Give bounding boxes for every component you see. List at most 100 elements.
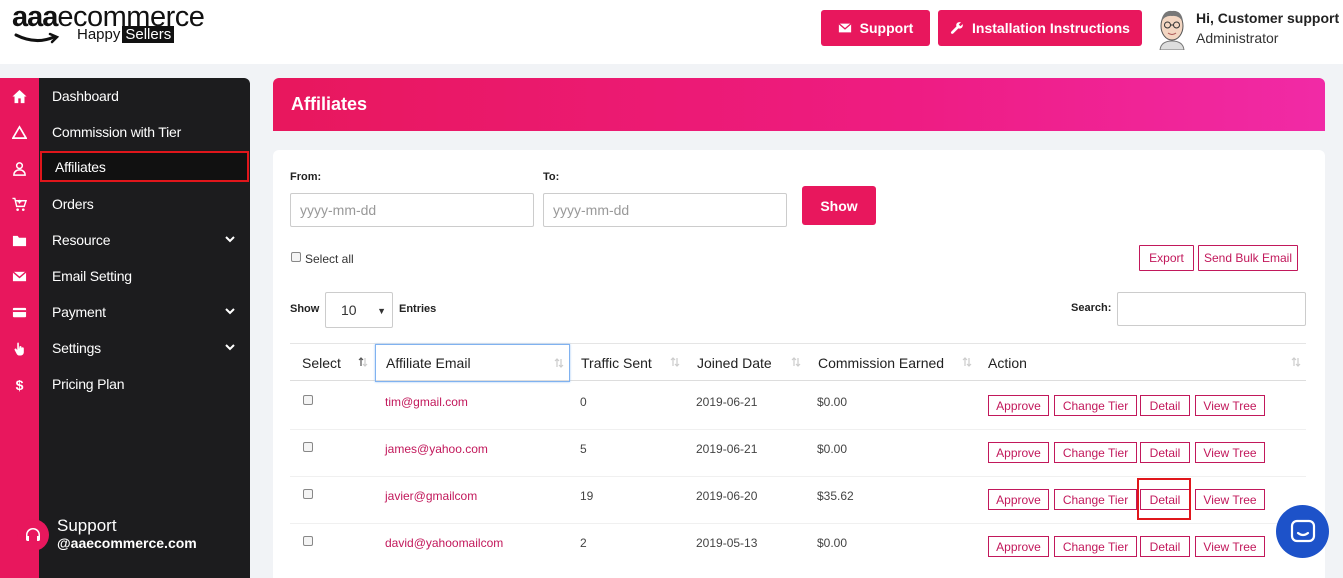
home-icon[interactable] (10, 87, 28, 105)
sort-icon (962, 357, 972, 367)
affiliate-email[interactable]: tim@gmail.com (385, 395, 468, 409)
column-header-joined-date[interactable]: Joined Date (689, 344, 806, 382)
row-checkbox[interactable] (303, 442, 313, 452)
column-header-affiliate-email[interactable]: Affiliate Email (375, 344, 570, 382)
export-button[interactable]: Export (1139, 245, 1194, 271)
detail-button[interactable]: Detail (1140, 442, 1190, 463)
svg-text:$: $ (15, 377, 23, 392)
affiliate-email[interactable]: james@yahoo.com (385, 442, 488, 456)
support-title: Support (57, 516, 117, 535)
from-date-input[interactable] (290, 193, 534, 227)
dollar-icon[interactable]: $ (10, 375, 28, 393)
joined-date: 2019-06-21 (696, 395, 758, 409)
smile-arrow-icon (14, 32, 60, 44)
approve-button[interactable]: Approve (988, 395, 1049, 416)
row-checkbox[interactable] (303, 395, 313, 405)
table-header: Select Affiliate Email Traffic Sent Join… (290, 343, 1306, 382)
chat-icon (1290, 519, 1315, 542)
approve-button[interactable]: Approve (988, 442, 1049, 463)
view-tree-button[interactable]: View Tree (1195, 489, 1265, 510)
headset-icon (17, 519, 49, 551)
approve-button[interactable]: Approve (988, 536, 1049, 557)
sidebar-item-pricing-plan[interactable]: Pricing Plan (39, 368, 250, 400)
chevron-down-icon (225, 344, 235, 351)
detail-button[interactable]: Detail (1140, 395, 1190, 416)
credit-card-icon[interactable] (10, 303, 28, 321)
sidebar-item-resource[interactable]: Resource (39, 224, 250, 256)
user-role: Administrator (1196, 30, 1279, 46)
avatar (1159, 10, 1185, 50)
user-icon[interactable] (10, 159, 28, 177)
column-header-select[interactable]: Select (290, 344, 373, 382)
logo-tagline: Happy Sellers (77, 26, 175, 43)
row-divider (290, 523, 1306, 524)
to-date-input[interactable] (543, 193, 787, 227)
sidebar-item-email-setting[interactable]: Email Setting (39, 260, 250, 292)
triangle-icon[interactable] (10, 123, 28, 141)
show-entries-label: Show (290, 303, 320, 315)
traffic-sent: 2 (580, 536, 587, 550)
sort-asc-icon (358, 357, 368, 367)
search-input[interactable] (1117, 292, 1306, 326)
entries-label: Entries (399, 303, 437, 315)
sidebar-item-settings[interactable]: Settings (39, 332, 250, 364)
page-title: Affiliates (291, 94, 368, 114)
commission-earned: $0.00 (817, 395, 848, 409)
sidebar-support-contact[interactable]: Support @aaecommerce.com (0, 514, 250, 564)
affiliate-email[interactable]: javier@gmailcom (385, 489, 477, 503)
to-label: To: (543, 171, 560, 183)
entries-select[interactable]: 10 ▼ (325, 292, 393, 328)
column-header-action[interactable]: Action (981, 344, 1306, 382)
sort-icon (554, 358, 564, 368)
brand-logo[interactable]: aaaecommerce Happy Sellers (12, 2, 222, 48)
sidebar: Dashboard Commission with Tier Affiliate… (39, 78, 250, 578)
commission-earned: $35.62 (817, 489, 854, 503)
search-label: Search: (1071, 302, 1112, 314)
select-all-checkbox[interactable] (291, 252, 301, 262)
approve-button[interactable]: Approve (988, 489, 1049, 510)
change-tier-button[interactable]: Change Tier (1054, 395, 1137, 416)
column-header-traffic-sent[interactable]: Traffic Sent (573, 344, 685, 382)
chevron-down-icon (225, 308, 235, 315)
sort-icon (670, 357, 680, 367)
select-all-label: Select all (305, 252, 354, 266)
wrench-icon (950, 22, 963, 34)
folder-icon[interactable] (10, 231, 28, 249)
user-greeting: Hi, Customer support (1196, 10, 1340, 26)
column-header-commission-earned[interactable]: Commission Earned (810, 344, 977, 382)
change-tier-button[interactable]: Change Tier (1054, 536, 1137, 557)
sort-icon (1291, 357, 1301, 367)
sidebar-item-orders[interactable]: Orders (39, 188, 250, 220)
chat-widget-button[interactable] (1276, 505, 1329, 558)
commission-earned: $0.00 (817, 536, 848, 550)
sidebar-item-dashboard[interactable]: Dashboard (39, 80, 250, 112)
page-header-banner: Affiliates (273, 78, 1325, 131)
envelope-icon[interactable] (10, 267, 28, 285)
chevron-down-icon (225, 236, 235, 243)
joined-date: 2019-06-21 (696, 442, 758, 456)
change-tier-button[interactable]: Change Tier (1054, 442, 1137, 463)
row-checkbox[interactable] (303, 536, 313, 546)
sidebar-item-payment[interactable]: Payment (39, 296, 250, 328)
traffic-sent: 5 (580, 442, 587, 456)
support-button[interactable]: Support (821, 10, 930, 46)
sidebar-item-commission-with-tier[interactable]: Commission with Tier (39, 116, 250, 148)
change-tier-button[interactable]: Change Tier (1054, 489, 1137, 510)
row-divider (290, 429, 1306, 430)
hand-pointer-icon[interactable] (10, 339, 28, 357)
detail-button[interactable]: Detail (1140, 536, 1190, 557)
from-label: From: (290, 171, 322, 183)
send-bulk-email-button[interactable]: Send Bulk Email (1198, 245, 1298, 271)
cart-icon[interactable] (10, 195, 28, 213)
view-tree-button[interactable]: View Tree (1195, 395, 1265, 416)
view-tree-button[interactable]: View Tree (1195, 536, 1265, 557)
row-checkbox[interactable] (303, 489, 313, 499)
sidebar-icon-strip: $ (0, 78, 39, 578)
affiliate-email[interactable]: david@yahoomailcom (385, 536, 503, 550)
show-button[interactable]: Show (802, 186, 876, 225)
highlight-annotation (1137, 478, 1191, 520)
sort-icon (791, 357, 801, 367)
sidebar-item-affiliates[interactable]: Affiliates (40, 151, 249, 182)
view-tree-button[interactable]: View Tree (1195, 442, 1265, 463)
installation-instructions-button[interactable]: Installation Instructions (938, 10, 1142, 46)
